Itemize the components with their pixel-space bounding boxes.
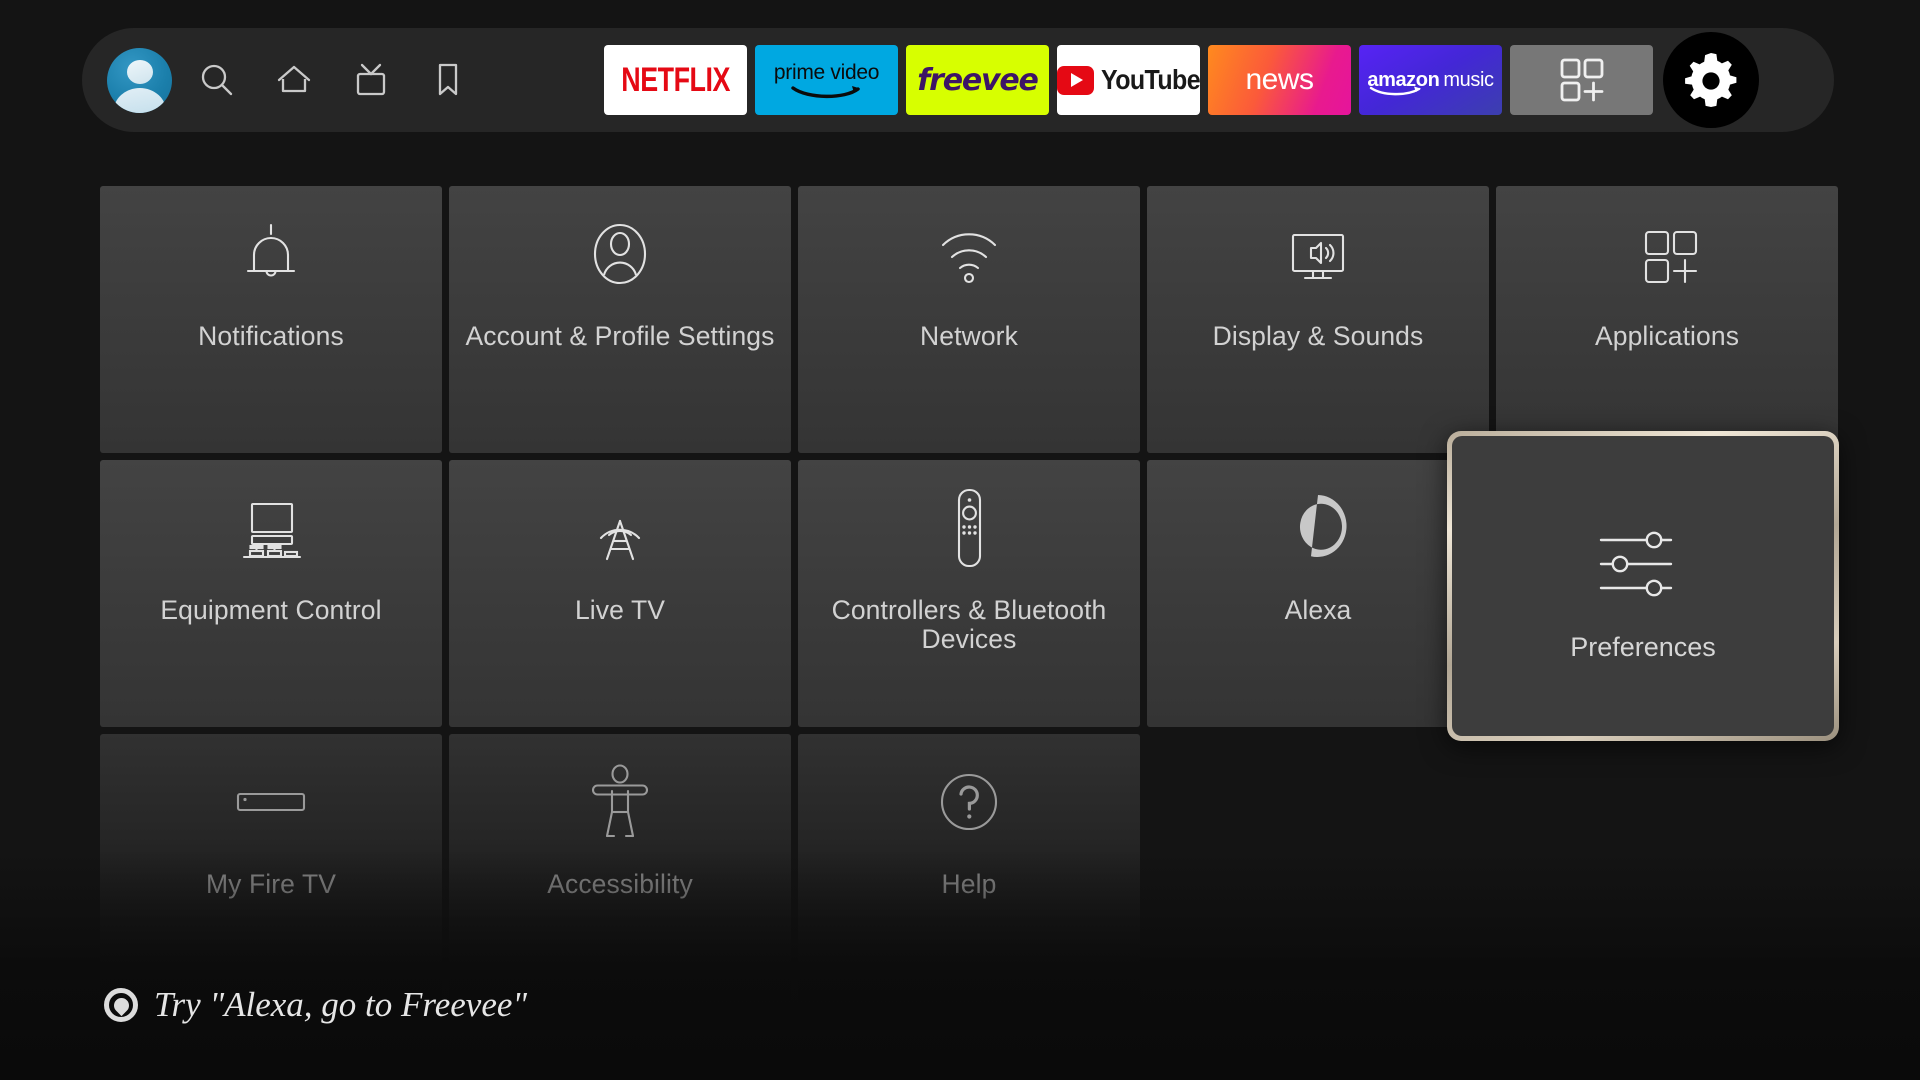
tile-icon-wrap — [449, 186, 791, 322]
fire-stick-icon — [236, 792, 306, 812]
watchlist-button[interactable] — [409, 28, 486, 132]
avatar-body — [112, 88, 167, 113]
tile-icon-wrap — [1593, 510, 1693, 618]
app-tile-prime-video[interactable]: prime video — [755, 45, 898, 115]
tile-label: Accessibility — [547, 869, 693, 899]
tile-label: Display & Sounds — [1212, 321, 1424, 351]
remote-control-icon — [957, 488, 982, 568]
settings-button[interactable] — [1663, 32, 1759, 128]
tile-label: Preferences — [1570, 631, 1716, 662]
tv-equipment-icon — [242, 502, 302, 559]
tile-label: Alexa — [1284, 595, 1352, 625]
amazon-smile-icon — [790, 85, 860, 98]
tv-speaker-icon — [1291, 233, 1345, 280]
tile-equipment-control[interactable]: Equipment Control — [100, 460, 442, 727]
netflix-wordmark: NETFLIX — [621, 60, 730, 99]
broadcast-tower-icon — [599, 519, 641, 561]
tile-icon-wrap — [100, 186, 442, 322]
alexa-ring-icon — [104, 988, 138, 1022]
fire-tv-settings-screen: NETFLIX prime video freevee YouTube news — [0, 0, 1920, 1080]
tile-help[interactable]: Help — [798, 734, 1140, 1001]
news-wordmark: news — [1245, 63, 1314, 96]
tile-label: Account & Profile Settings — [465, 321, 775, 351]
tile-display-sounds[interactable]: Display & Sounds — [1147, 186, 1489, 453]
tile-icon-wrap — [100, 460, 442, 596]
tile-preferences-focused[interactable]: Preferences — [1447, 431, 1839, 741]
focused-tile-inner: Preferences — [1452, 436, 1834, 736]
amazon-music-light-word: music — [1443, 68, 1494, 91]
tile-icon-wrap — [100, 734, 442, 870]
apps-grid-plus-icon — [1644, 230, 1698, 284]
tile-icon-wrap — [798, 734, 1140, 870]
profile-avatar — [107, 47, 172, 113]
app-shortcut-row: NETFLIX prime video freevee YouTube news — [604, 45, 1653, 115]
nav-icon-group — [82, 28, 486, 132]
sliders-icon — [1599, 531, 1673, 596]
settings-row-3: My Fire TV Accessibility Help — [100, 734, 1820, 1001]
tile-controllers-bluetooth-devices[interactable]: Controllers & Bluetooth Devices — [798, 460, 1140, 727]
settings-row-1: Notifications Account & Profile Settings — [100, 186, 1838, 453]
tile-account-profile-settings[interactable]: Account & Profile Settings — [449, 186, 791, 453]
tile-icon-wrap — [1496, 186, 1838, 322]
app-tile-youtube[interactable]: YouTube — [1057, 45, 1200, 115]
avatar-head — [126, 59, 153, 84]
home-icon — [277, 65, 310, 93]
tile-alexa[interactable]: Alexa — [1147, 460, 1489, 727]
tile-network[interactable]: Network — [798, 186, 1140, 453]
tile-live-tv[interactable]: Live TV — [449, 460, 791, 727]
bookmark-icon — [438, 63, 457, 96]
app-tile-freevee[interactable]: freevee — [906, 45, 1049, 115]
tile-my-fire-tv[interactable]: My Fire TV — [100, 734, 442, 1001]
gear-icon — [1685, 53, 1737, 107]
bell-icon — [246, 223, 296, 277]
tile-label: My Fire TV — [205, 869, 337, 899]
tile-icon-wrap — [449, 460, 791, 596]
tile-label: Applications — [1594, 321, 1740, 351]
youtube-play-icon — [1057, 65, 1094, 95]
tile-notifications[interactable]: Notifications — [100, 186, 442, 453]
tile-label: Controllers & Bluetooth Devices — [831, 595, 1107, 654]
tile-icon-wrap — [1147, 460, 1489, 596]
live-tv-button[interactable] — [332, 28, 409, 132]
tile-icon-wrap — [798, 460, 1140, 596]
tile-accessibility[interactable]: Accessibility — [449, 734, 791, 1001]
tile-icon-wrap — [449, 734, 791, 870]
top-navigation-bar: NETFLIX prime video freevee YouTube news — [82, 28, 1834, 132]
freevee-wordmark: freevee — [917, 62, 1039, 98]
accessibility-icon — [591, 764, 649, 838]
youtube-wordmark: YouTube — [1100, 63, 1200, 96]
prime-video-wordmark: prime video — [773, 60, 880, 84]
search-icon — [201, 64, 232, 96]
wifi-icon — [941, 233, 997, 284]
search-button[interactable] — [178, 28, 255, 132]
amazon-music-wordmark: amazon music — [1367, 68, 1494, 95]
tile-label: Equipment Control — [160, 595, 382, 625]
tile-applications[interactable]: Applications — [1496, 186, 1838, 453]
profile-button[interactable] — [101, 28, 178, 132]
app-tile-netflix[interactable]: NETFLIX — [604, 45, 747, 115]
tile-icon-wrap — [798, 186, 1140, 322]
tile-label: Help — [941, 869, 997, 899]
apps-grid-button[interactable] — [1510, 45, 1653, 115]
live-tv-icon — [356, 63, 385, 96]
alexa-hint: Try "Alexa, go to Freevee" — [104, 985, 527, 1025]
amazon-smile-icon — [1370, 86, 1422, 95]
alexa-logo-icon — [1299, 495, 1347, 557]
app-tile-amazon-music[interactable]: amazon music — [1359, 45, 1502, 115]
apps-grid-plus-icon — [1560, 58, 1603, 102]
tile-label: Notifications — [198, 321, 344, 351]
tile-label: Network — [920, 321, 1018, 351]
app-tile-news[interactable]: news — [1208, 45, 1351, 115]
person-circle-icon — [593, 223, 647, 285]
question-circle-icon — [940, 773, 998, 831]
alexa-hint-text: Try "Alexa, go to Freevee" — [154, 985, 528, 1024]
home-button[interactable] — [255, 28, 332, 132]
tile-label: Live TV — [574, 595, 666, 625]
tile-icon-wrap — [1147, 186, 1489, 322]
